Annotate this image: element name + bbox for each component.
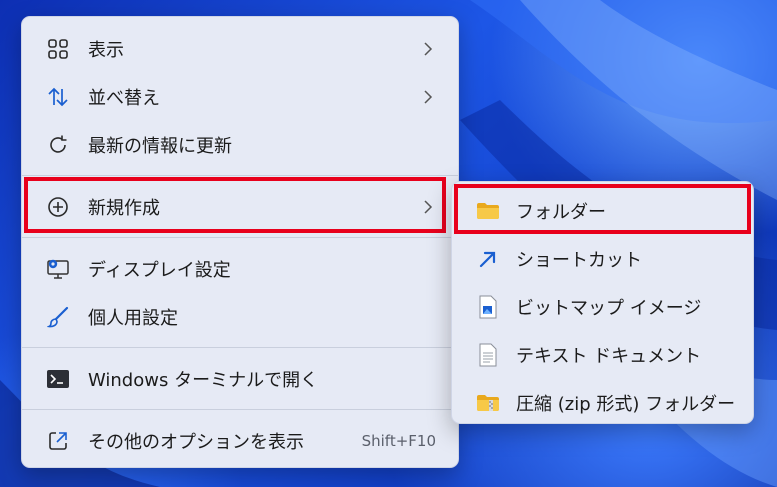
new-submenu: フォルダー ショートカット ビットマップ イメージ テキスト ドキュメント 圧縮… (451, 181, 754, 424)
paint-brush-icon (46, 305, 70, 329)
menu-item-label: ビットマップ イメージ (516, 298, 702, 319)
menu-separator (22, 237, 458, 238)
submenu-item-folder[interactable]: フォルダー (458, 189, 747, 233)
menu-item-label: Windows ターミナルで開く (88, 370, 319, 391)
submenu-item-zip-folder[interactable]: 圧縮 (zip 形式) フォルダー (458, 381, 747, 425)
plus-circle-icon (46, 195, 70, 219)
menu-item-more-options[interactable]: その他のオプションを表示 Shift+F10 (28, 419, 452, 463)
zip-folder-icon (476, 391, 500, 415)
submenu-item-bitmap[interactable]: ビットマップ イメージ (458, 285, 747, 329)
menu-item-label: 最新の情報に更新 (88, 136, 232, 157)
menu-item-label: ディスプレイ設定 (88, 260, 231, 281)
menu-item-label: 表示 (88, 40, 124, 61)
menu-item-view[interactable]: 表示 (28, 27, 452, 71)
keyboard-shortcut: Shift+F10 (361, 432, 436, 450)
chevron-right-icon (424, 42, 433, 56)
text-document-icon (476, 343, 500, 367)
menu-separator (22, 347, 458, 348)
menu-item-display-settings[interactable]: ディスプレイ設定 (28, 247, 452, 291)
menu-item-refresh[interactable]: 最新の情報に更新 (28, 123, 452, 167)
menu-item-open-terminal[interactable]: Windows ターミナルで開く (28, 357, 452, 401)
menu-item-label: 個人用設定 (88, 308, 178, 329)
chevron-right-icon (424, 90, 433, 104)
open-external-icon (46, 429, 70, 453)
sort-arrows-icon (46, 85, 70, 109)
shortcut-arrow-icon (476, 247, 500, 271)
menu-item-personalize[interactable]: 個人用設定 (28, 295, 452, 339)
menu-item-label: 並べ替え (88, 88, 160, 109)
menu-item-label: ショートカット (516, 250, 642, 271)
terminal-icon (46, 367, 70, 391)
menu-item-sort[interactable]: 並べ替え (28, 75, 452, 119)
bitmap-image-icon (476, 295, 500, 319)
submenu-item-text-document[interactable]: テキスト ドキュメント (458, 333, 747, 377)
desktop-context-menu: 表示 並べ替え 最新の情報に更新 新規作成 ディスプレイ設定 個人用設定 Win… (21, 16, 459, 468)
refresh-icon (46, 133, 70, 157)
menu-item-label: 新規作成 (88, 198, 160, 219)
chevron-right-icon (424, 200, 433, 214)
menu-separator (22, 409, 458, 410)
menu-item-label: その他のオプションを表示 (88, 432, 304, 453)
display-settings-icon (46, 257, 70, 281)
menu-separator (22, 175, 458, 176)
grid-view-icon (46, 37, 70, 61)
folder-icon (476, 199, 500, 223)
menu-item-label: フォルダー (516, 202, 606, 223)
menu-item-label: テキスト ドキュメント (516, 346, 702, 367)
menu-item-label: 圧縮 (zip 形式) フォルダー (516, 394, 736, 415)
submenu-item-shortcut[interactable]: ショートカット (458, 237, 747, 281)
menu-item-new[interactable]: 新規作成 (28, 185, 452, 229)
